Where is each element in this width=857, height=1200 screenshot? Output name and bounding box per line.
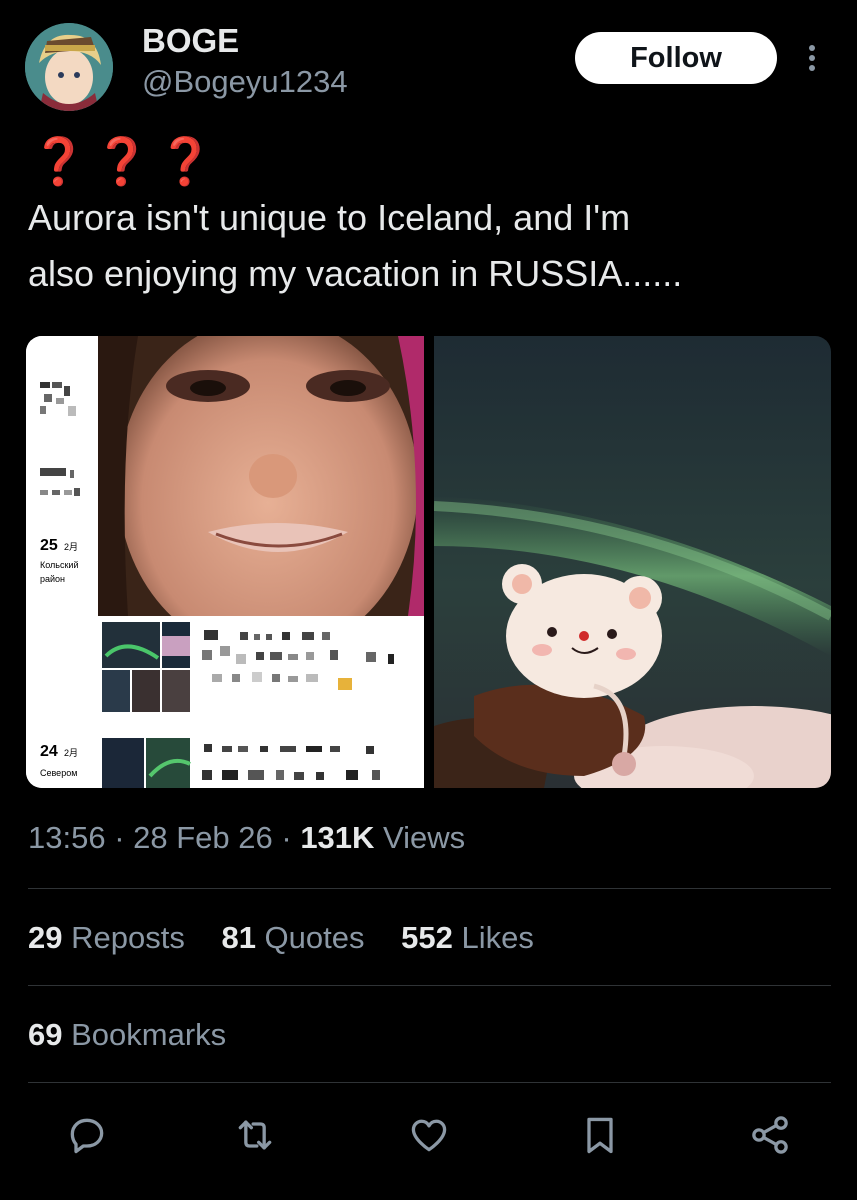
tweet-meta: 13:56 · 28 Feb 26 · 131K Views	[28, 820, 465, 856]
tweet-text: Aurora isn't unique to Iceland, and I'm …	[28, 190, 818, 302]
divider	[28, 985, 831, 986]
divider	[28, 888, 831, 889]
date-unit-1: 2月	[64, 542, 78, 552]
media-image-left[interactable]: 25 2月 Кольский район 24 2月 Севером	[26, 336, 424, 788]
engagement-stats: 29 Reposts 81 Quotes 552 Likes	[28, 920, 562, 956]
reposts-count: 29	[28, 920, 63, 955]
like-icon[interactable]	[407, 1113, 451, 1157]
meta-sep: ·	[105, 820, 134, 855]
divider	[28, 1082, 831, 1083]
date-place-1b: район	[40, 574, 65, 584]
quotes-stat[interactable]: 81 Quotes	[221, 920, 364, 955]
share-icon[interactable]	[748, 1113, 792, 1157]
tweet-date[interactable]: 28 Feb 26	[133, 820, 273, 855]
tweet-time[interactable]: 13:56	[28, 820, 106, 855]
likes-stat[interactable]: 552 Likes	[401, 920, 534, 955]
views-count: 131K	[300, 820, 375, 855]
face-image	[98, 336, 424, 616]
media-image-right[interactable]	[434, 336, 831, 788]
meta-sep: ·	[272, 820, 301, 855]
date-day-1: 25	[40, 537, 58, 554]
likes-label: Likes	[452, 920, 534, 955]
date-place-2: Севером	[40, 768, 77, 778]
likes-count: 552	[401, 920, 453, 955]
views-label: Views	[374, 820, 466, 855]
tweet-text-line-2: also enjoying my vacation in RUSSIA.....…	[28, 253, 683, 294]
bookmarks-count: 69	[28, 1017, 63, 1052]
bookmarks-label: Bookmarks	[62, 1017, 227, 1052]
reposts-stat[interactable]: 29 Reposts	[28, 920, 185, 955]
avatar-image	[25, 23, 113, 111]
repost-icon[interactable]	[233, 1113, 277, 1157]
question-marks: ❓❓❓	[30, 135, 220, 187]
aurora-bear-photo	[434, 336, 831, 788]
reposts-label: Reposts	[62, 920, 185, 955]
follow-button[interactable]: Follow	[575, 32, 777, 84]
bookmark-icon[interactable]	[578, 1113, 622, 1157]
media-grid: 25 2月 Кольский район 24 2月 Севером	[26, 336, 831, 788]
date-unit-2: 2月	[64, 748, 78, 758]
avatar[interactable]	[25, 23, 113, 111]
bookmarks-stat[interactable]: 69 Bookmarks	[28, 1017, 226, 1053]
tweet-text-line-1: Aurora isn't unique to Iceland, and I'm	[28, 197, 631, 238]
date-place-1: Кольский	[40, 560, 78, 570]
more-options-icon[interactable]	[800, 40, 824, 76]
user-handle[interactable]: @Bogeyu1234	[142, 64, 348, 100]
display-name[interactable]: BOGE	[142, 22, 239, 60]
reply-icon[interactable]	[65, 1113, 109, 1157]
quotes-label: Quotes	[255, 920, 365, 955]
quotes-count: 81	[221, 920, 256, 955]
date-day-2: 24	[40, 743, 58, 760]
